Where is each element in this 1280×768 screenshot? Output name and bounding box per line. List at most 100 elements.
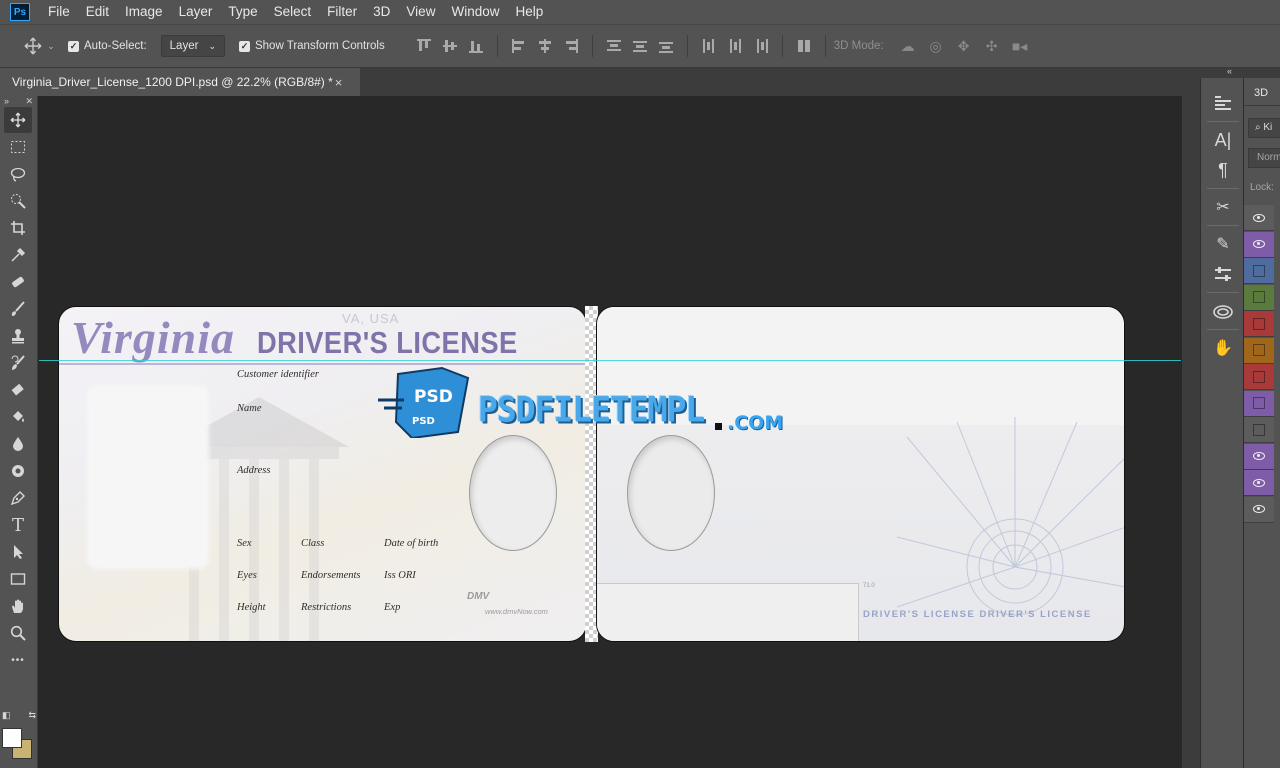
layer-visibility-toggle[interactable]: [1244, 231, 1274, 258]
menu-image[interactable]: Image: [117, 0, 171, 24]
layer-row[interactable]: [1244, 364, 1280, 391]
layer-row[interactable]: [1244, 496, 1280, 524]
foreground-color-chip[interactable]: [2, 728, 22, 748]
layer-visibility-toggle[interactable]: [1244, 364, 1274, 391]
menu-file[interactable]: File: [40, 0, 78, 24]
distribute-right-icon[interactable]: [753, 38, 769, 54]
layer-visibility-toggle[interactable]: [1244, 311, 1274, 338]
distribute-horizontal-center-icon[interactable]: [727, 38, 743, 54]
distribute-top-icon[interactable]: [606, 38, 622, 54]
close-icon[interactable]: ×: [335, 75, 343, 90]
brush-settings-icon[interactable]: ✎: [1201, 229, 1245, 259]
libraries-icon[interactable]: [1201, 296, 1245, 326]
3d-panel-icon[interactable]: ✋: [1201, 333, 1245, 363]
layer-visibility-toggle[interactable]: [1244, 496, 1274, 523]
distribute-vertical-center-icon[interactable]: [632, 38, 648, 54]
layer-visibility-toggle[interactable]: [1244, 337, 1274, 364]
history-brush-icon[interactable]: [4, 350, 32, 376]
document-canvas[interactable]: VA, USA Virginia DRIVER'S LICENSE Custom…: [58, 306, 1125, 642]
rectangle-icon[interactable]: [4, 566, 32, 592]
blend-mode-dropdown[interactable]: Norm: [1248, 148, 1280, 168]
layer-visibility-toggle[interactable]: [1244, 443, 1274, 470]
align-left-icon[interactable]: [511, 38, 527, 54]
layer-row[interactable]: [1244, 337, 1280, 365]
document-tab[interactable]: Virginia_Driver_License_1200 DPI.psd @ 2…: [0, 68, 360, 96]
distribute-bottom-icon[interactable]: [658, 38, 674, 54]
collapse-panels-icon[interactable]: «: [1227, 66, 1232, 76]
properties-panel-icon[interactable]: [1201, 88, 1245, 118]
3d-pan-icon[interactable]: ✥: [950, 38, 978, 55]
menu-3d[interactable]: 3D: [365, 0, 398, 24]
layer-visibility-toggle[interactable]: [1244, 390, 1274, 417]
more-tools-icon[interactable]: •••: [4, 647, 32, 673]
align-vertical-center-icon[interactable]: [442, 38, 458, 54]
layer-row[interactable]: [1244, 417, 1280, 444]
cyan-guide-line[interactable]: [39, 360, 1181, 361]
quick-selection-icon[interactable]: [4, 188, 32, 214]
layer-row[interactable]: [1244, 390, 1280, 418]
distribute-left-icon[interactable]: [701, 38, 717, 54]
expand-icon[interactable]: »: [4, 96, 9, 106]
layer-visibility-toggle[interactable]: [1244, 470, 1274, 497]
close-icon[interactable]: ✕: [25, 96, 33, 106]
rectangular-marquee-icon[interactable]: [4, 134, 32, 160]
3d-roll-icon[interactable]: ◎: [922, 38, 950, 55]
pen-icon[interactable]: [4, 485, 32, 511]
character-panel-icon[interactable]: A|: [1201, 125, 1245, 155]
chevron-down-icon[interactable]: ⌄: [44, 41, 58, 52]
move-tool-preset-icon[interactable]: [22, 37, 44, 55]
3d-slide-icon[interactable]: ✣: [978, 38, 1006, 55]
layer-filter-dropdown[interactable]: ⌕ Ki: [1248, 118, 1280, 138]
healing-brush-icon[interactable]: [4, 269, 32, 295]
hand-icon[interactable]: [4, 593, 32, 619]
menu-view[interactable]: View: [398, 0, 443, 24]
canvas-area[interactable]: VA, USA Virginia DRIVER'S LICENSE Custom…: [39, 96, 1200, 768]
paragraph-panel-icon[interactable]: ¶: [1201, 155, 1245, 185]
panel-tab-3d[interactable]: 3D: [1244, 78, 1280, 106]
menu-select[interactable]: Select: [266, 0, 320, 24]
menu-type[interactable]: Type: [220, 0, 265, 24]
layer-row[interactable]: [1244, 311, 1280, 338]
show-transform-checkbox[interactable]: ✓: [238, 40, 250, 52]
layer-row[interactable]: [1244, 205, 1280, 232]
clone-stamp-icon[interactable]: [4, 323, 32, 349]
tools-preset-icon[interactable]: ✂: [1201, 192, 1245, 222]
auto-select-target-dropdown[interactable]: Layer ⌄: [160, 35, 225, 57]
auto-align-layers-icon[interactable]: [796, 38, 812, 54]
paint-bucket-icon[interactable]: [4, 404, 32, 430]
menu-layer[interactable]: Layer: [171, 0, 221, 24]
layer-row[interactable]: [1244, 231, 1280, 259]
layer-visibility-toggle[interactable]: [1244, 258, 1274, 285]
crop-icon[interactable]: [4, 215, 32, 241]
layer-row[interactable]: [1244, 284, 1280, 312]
path-selection-icon[interactable]: [4, 539, 32, 565]
menu-edit[interactable]: Edit: [78, 0, 117, 24]
eyedropper-icon[interactable]: [4, 242, 32, 268]
layer-visibility-toggle[interactable]: [1244, 205, 1274, 232]
dodge-icon[interactable]: [4, 458, 32, 484]
layer-row[interactable]: [1244, 258, 1280, 285]
brush-icon[interactable]: [4, 296, 32, 322]
menu-window[interactable]: Window: [443, 0, 507, 24]
menu-filter[interactable]: Filter: [319, 0, 365, 24]
layer-row[interactable]: [1244, 443, 1280, 471]
auto-select-checkbox[interactable]: ✓: [68, 40, 79, 52]
align-right-icon[interactable]: [563, 38, 579, 54]
move-tool-icon[interactable]: [4, 107, 32, 133]
type-tool-icon[interactable]: T: [4, 512, 32, 538]
adjustments-icon[interactable]: [1201, 259, 1245, 289]
3d-rotate-icon[interactable]: ☁: [894, 38, 922, 55]
menu-help[interactable]: Help: [507, 0, 551, 24]
default-colors-icon[interactable]: ◧: [2, 710, 11, 724]
layer-row[interactable]: [1244, 470, 1280, 497]
align-horizontal-center-icon[interactable]: [537, 38, 553, 54]
align-bottom-icon[interactable]: [468, 38, 484, 54]
layer-visibility-toggle[interactable]: [1244, 417, 1274, 444]
swap-colors-icon[interactable]: ⇆: [28, 710, 36, 724]
layer-visibility-toggle[interactable]: [1244, 284, 1274, 311]
eraser-icon[interactable]: [4, 377, 32, 403]
lasso-icon[interactable]: [4, 161, 32, 187]
zoom-icon[interactable]: [4, 620, 32, 646]
align-top-icon[interactable]: [416, 38, 432, 54]
3d-camera-icon[interactable]: ■◂: [1006, 38, 1034, 55]
